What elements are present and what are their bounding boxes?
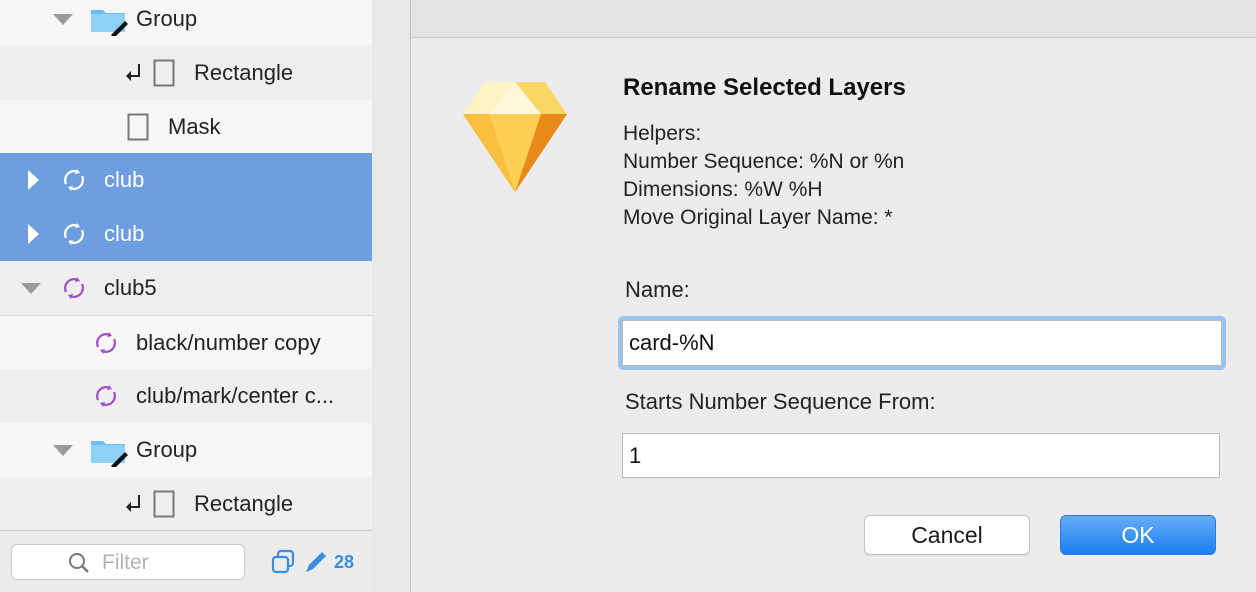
name-field-focus-ring xyxy=(618,316,1226,370)
disclosure-expanded-icon[interactable] xyxy=(20,278,42,298)
layers-panel: Group Rectangle Mask club club club5 bla… xyxy=(0,0,372,592)
rectangle-shape-icon xyxy=(153,490,175,518)
layer-count: 28 xyxy=(334,552,355,572)
start-sequence-field-wrap xyxy=(622,433,1220,478)
symbol-icon xyxy=(92,382,120,410)
layer-label: Group xyxy=(136,6,198,31)
symbols-filter-icon[interactable] xyxy=(270,549,296,575)
symbol-icon xyxy=(92,329,120,357)
disclosure-expanded-icon[interactable] xyxy=(52,9,74,29)
layer-label: Rectangle xyxy=(194,60,294,85)
search-icon xyxy=(68,552,90,574)
disclosure-collapsed-icon[interactable] xyxy=(26,169,40,191)
layer-row-club[interactable]: club xyxy=(0,207,372,261)
layer-row-rectangle[interactable]: Rectangle xyxy=(0,477,372,531)
disclosure-expanded-icon[interactable] xyxy=(52,440,74,460)
cancel-button[interactable]: Cancel xyxy=(864,515,1030,555)
start-sequence-field[interactable] xyxy=(623,434,1219,477)
layer-label: club xyxy=(104,221,145,246)
layer-row-club-mark-center[interactable]: club/mark/center c... xyxy=(0,369,372,423)
symbol-icon xyxy=(60,166,88,194)
filter-placeholder: Filter xyxy=(102,551,149,574)
layer-row-mask[interactable]: Mask xyxy=(0,100,372,154)
layer-label: black/number copy xyxy=(136,329,321,355)
layer-label: Rectangle xyxy=(194,491,294,516)
helper-number-sequence: Number Sequence: %N or %n xyxy=(623,150,905,173)
layers-footer: Filter 28 xyxy=(0,530,372,592)
mask-arrow-icon xyxy=(124,61,142,85)
symbol-icon xyxy=(60,220,88,248)
layer-label: Group xyxy=(136,437,198,462)
layer-row-black-number-copy[interactable]: black/number copy xyxy=(0,315,372,369)
layer-label: club/mark/center c... xyxy=(136,383,335,408)
layer-label: club xyxy=(104,167,145,192)
rectangle-shape-icon xyxy=(153,59,175,87)
rectangle-shape-icon xyxy=(127,113,149,141)
mask-arrow-icon xyxy=(124,492,142,516)
layer-label: club5 xyxy=(104,275,157,300)
group-folder-icon xyxy=(89,435,129,467)
group-folder-icon xyxy=(89,4,129,36)
layer-row-group[interactable]: Group xyxy=(0,423,372,477)
layer-label: Mask xyxy=(168,114,221,139)
symbol-icon xyxy=(60,274,88,302)
layer-row-club5[interactable]: club5 xyxy=(0,261,372,315)
layer-row-club[interactable]: club xyxy=(0,153,372,207)
pen-icon[interactable] xyxy=(303,549,329,575)
dialog-titlebar xyxy=(411,0,1256,38)
sketch-diamond-icon xyxy=(459,74,571,194)
layer-row-rectangle[interactable]: Rectangle xyxy=(0,46,372,100)
layer-row-group[interactable]: Group xyxy=(0,0,372,46)
helper-dimensions: Dimensions: %W %H xyxy=(623,178,823,201)
ok-button[interactable]: OK xyxy=(1060,515,1216,555)
dialog-title: Rename Selected Layers xyxy=(623,74,906,101)
disclosure-collapsed-icon[interactable] xyxy=(26,223,40,245)
helpers-heading: Helpers: xyxy=(623,122,702,145)
name-label: Name: xyxy=(625,277,690,302)
rename-dialog: Rename Selected Layers Helpers: Number S… xyxy=(410,0,1256,592)
filter-input[interactable]: Filter xyxy=(11,544,245,580)
helper-original-name: Move Original Layer Name: * xyxy=(623,206,893,229)
start-sequence-label: Starts Number Sequence From: xyxy=(625,389,936,414)
name-field[interactable] xyxy=(622,320,1222,366)
